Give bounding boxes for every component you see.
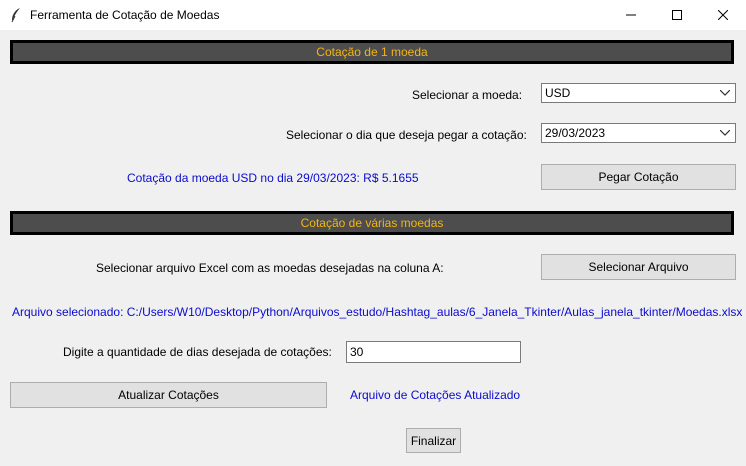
maximize-button[interactable] <box>654 0 700 30</box>
date-label: Selecionar o dia que deseja pegar a cota… <box>286 128 527 142</box>
window-title: Ferramenta de Cotação de Moedas <box>30 8 220 22</box>
close-button[interactable] <box>700 0 746 30</box>
window-content: Cotação de 1 moeda Selecionar a moeda: U… <box>0 30 746 466</box>
days-label: Digite a quantidade de dias desejada de … <box>63 345 332 359</box>
chevron-down-icon <box>720 90 730 96</box>
update-status-text: Arquivo de Cotações Atualizado <box>350 388 521 402</box>
maximize-icon <box>672 10 682 20</box>
close-icon <box>718 10 728 20</box>
currency-combobox[interactable]: USD <box>541 83 736 103</box>
currency-label: Selecionar a moeda: <box>412 88 523 102</box>
chevron-down-icon <box>720 130 730 136</box>
get-quote-button[interactable]: Pegar Cotação <box>541 164 736 190</box>
finish-button[interactable]: Finalizar <box>406 428 461 453</box>
select-file-button[interactable]: Selecionar Arquivo <box>541 254 736 280</box>
update-quotes-button[interactable]: Atualizar Cotações <box>10 382 327 408</box>
selected-file-text: Arquivo selecionado: C:/Users/W10/Deskto… <box>12 305 743 319</box>
feather-icon <box>9 7 23 23</box>
minimize-icon <box>626 14 636 16</box>
date-value: 29/03/2023 <box>545 126 606 140</box>
date-combobox[interactable]: 29/03/2023 <box>541 123 736 143</box>
section-header-single-currency: Cotação de 1 moeda <box>10 40 734 64</box>
title-bar: Ferramenta de Cotação de Moedas <box>0 0 746 30</box>
select-file-label: Selecionar arquivo Excel com as moedas d… <box>96 261 444 275</box>
minimize-button[interactable] <box>608 0 654 30</box>
currency-value: USD <box>545 86 571 100</box>
days-input[interactable] <box>346 341 521 363</box>
quote-result-text: Cotação da moeda USD no dia 29/03/2023: … <box>127 171 419 185</box>
section-header-multiple-currencies: Cotação de várias moedas <box>10 211 734 235</box>
